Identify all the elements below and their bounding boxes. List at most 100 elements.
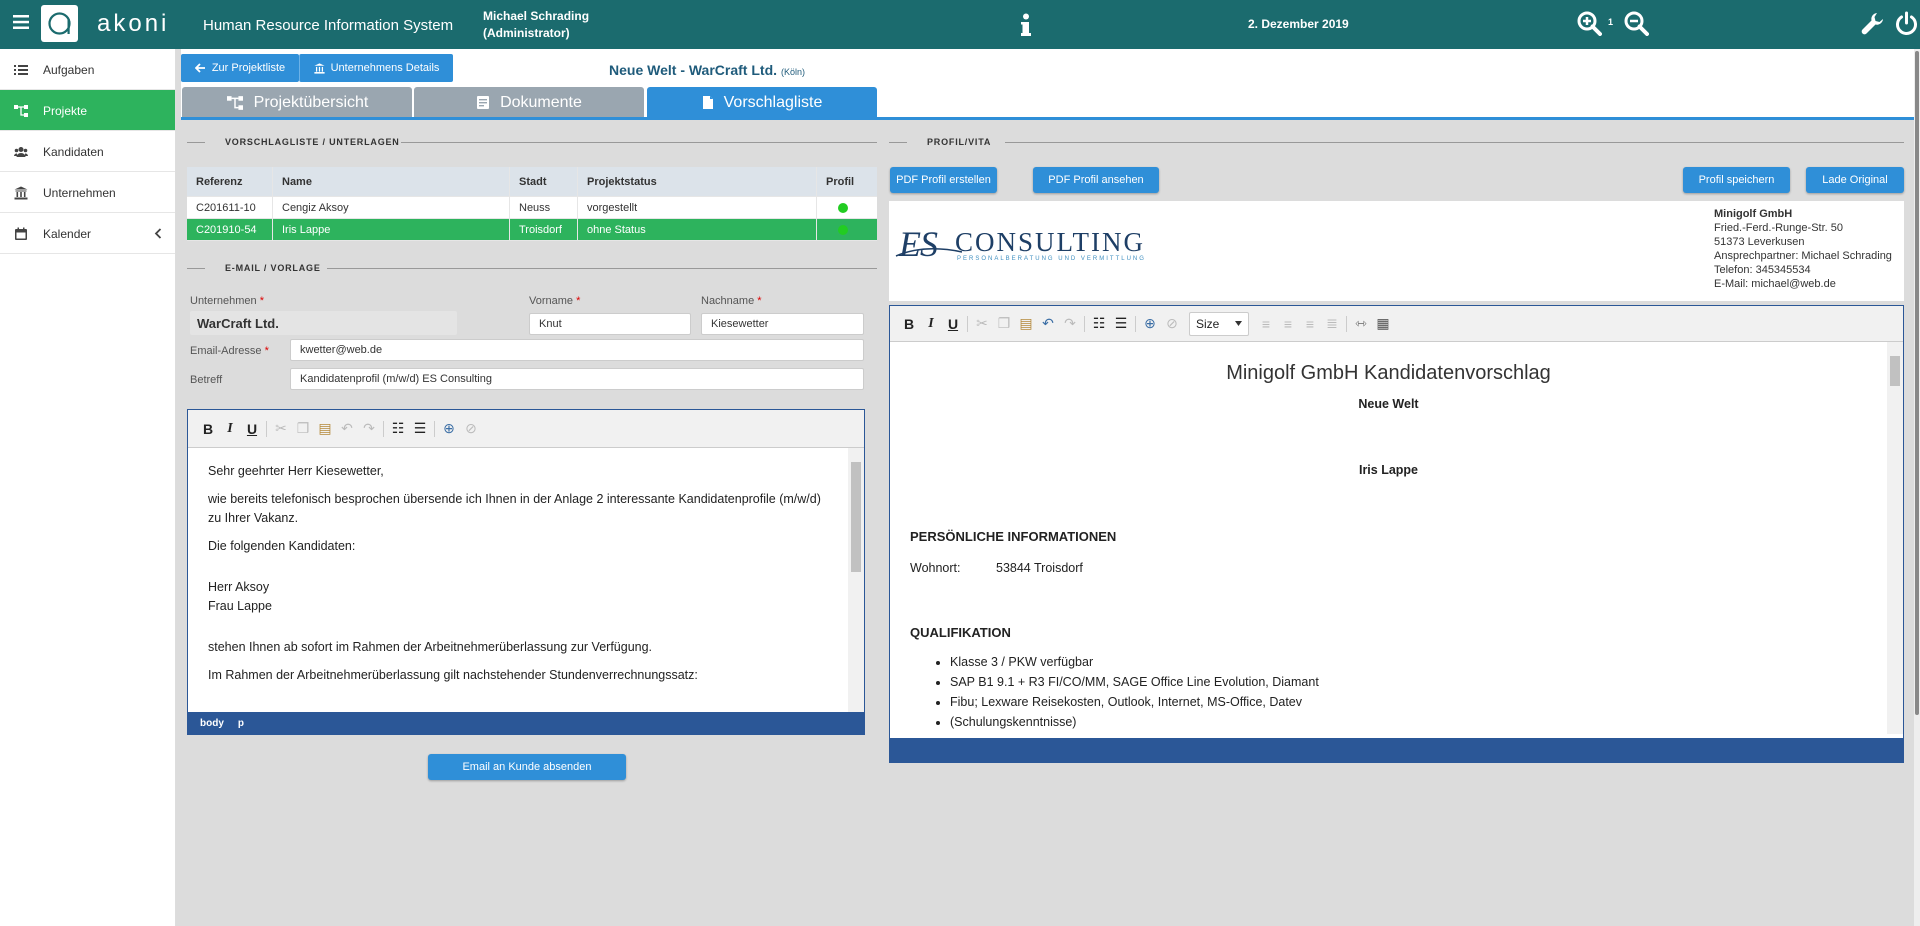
doc-wohnort: Wohnort: 53844 Troisdorf [910, 561, 1867, 575]
element-path-body[interactable]: body [200, 718, 224, 729]
required-mark: * [264, 345, 269, 357]
scrollbar-thumb[interactable] [851, 462, 861, 572]
power-icon[interactable] [1894, 11, 1919, 36]
tab-underline [181, 117, 1914, 120]
app-logo[interactable] [41, 5, 78, 42]
tab-vorschlagliste[interactable]: Vorschlagliste [647, 87, 877, 118]
underline-button[interactable]: U [942, 313, 964, 335]
company-details-button[interactable]: Unternehmens Details [299, 54, 453, 82]
column-header-referenz[interactable]: Referenz [187, 167, 273, 196]
brand-name: akoni [97, 10, 170, 37]
email-body-line: Herr Aksoy [208, 580, 270, 594]
align-center-icon[interactable]: ≡ [1277, 313, 1299, 335]
table-row[interactable]: C201611-10 Cengiz Aksoy Neuss vorgestell… [187, 197, 877, 219]
profile-editor-toolbar: B I U ✂ ❐ ▤ ↶ ↷ ☷ ☰ ⊕ ⊘ Size ≡ ≡ ≡ ≣ ⇿ ▦ [890, 306, 1903, 342]
column-header-profil[interactable]: Profil [817, 167, 877, 196]
document-icon [477, 96, 490, 109]
sidebar-item-projekte[interactable]: Projekte [0, 90, 175, 131]
subject-input[interactable]: Kandidatenprofil (m/w/d) ES Consulting [290, 368, 864, 390]
main-content: Zur Projektliste Unternehmens Details Ne… [181, 49, 1920, 926]
section-divider [327, 268, 877, 269]
email-body-paragraph: stehen Ihnen ab sofort im Rahmen der Arb… [208, 640, 653, 654]
required-mark: * [259, 295, 264, 307]
sidebar-item-unternehmen[interactable]: Unternehmen [0, 172, 175, 213]
firstname-input[interactable]: Knut [529, 313, 691, 335]
element-path-p[interactable]: p [238, 718, 244, 729]
sidebar-item-kandidaten[interactable]: Kandidaten [0, 131, 175, 172]
unlink-icon[interactable]: ⊘ [1161, 313, 1183, 335]
undo-icon[interactable]: ↶ [336, 418, 358, 440]
undo-icon[interactable]: ↶ [1037, 313, 1059, 335]
sidebar-item-label: Kandidaten [43, 145, 104, 159]
insert-link-icon[interactable]: ⊕ [1139, 313, 1161, 335]
unlink-icon[interactable]: ⊘ [460, 418, 482, 440]
sidebar-item-label: Kalender [43, 227, 92, 241]
company-label: Unternehmen * [190, 295, 264, 307]
font-size-select[interactable]: Size [1189, 311, 1249, 336]
load-original-button[interactable]: Lade Original [1806, 167, 1904, 193]
save-profile-button[interactable]: Profil speichern [1683, 167, 1790, 193]
profile-status-dot [838, 202, 848, 213]
tab-dokumente[interactable]: Dokumente [414, 87, 644, 118]
paste-icon[interactable]: ▤ [1015, 313, 1037, 335]
lastname-input[interactable]: Kiesewetter [701, 313, 864, 335]
tab-projektuebersicht[interactable]: Projektübersicht [182, 87, 412, 118]
table-header-row: Referenz Name Stadt Projektstatus Profil [187, 167, 877, 197]
page-scrollbar[interactable] [1914, 49, 1920, 926]
redo-icon[interactable]: ↷ [358, 418, 380, 440]
page-break-icon[interactable]: ⇿ [1350, 313, 1372, 335]
email-body[interactable]: Sehr geehrter Herr Kiesewetter, wie bere… [188, 448, 848, 712]
info-icon[interactable] [1020, 13, 1032, 37]
chevron-left-icon[interactable] [154, 228, 162, 239]
profile-editor-scrollbar[interactable] [1887, 342, 1903, 734]
cut-icon[interactable]: ✂ [971, 313, 993, 335]
bold-button[interactable]: B [898, 313, 920, 335]
cut-icon[interactable]: ✂ [270, 418, 292, 440]
email-editor-scrollbar[interactable] [848, 448, 864, 712]
align-justify-icon[interactable]: ≣ [1321, 313, 1343, 335]
bullet-list-icon[interactable]: ☰ [409, 418, 431, 440]
email-label-text: Email-Adresse [190, 345, 262, 357]
copy-icon[interactable]: ❐ [292, 418, 314, 440]
insert-link-icon[interactable]: ⊕ [438, 418, 460, 440]
numbered-list-icon[interactable]: ☷ [1088, 313, 1110, 335]
zoom-in-icon[interactable] [1577, 11, 1602, 36]
profile-editor: B I U ✂ ❐ ▤ ↶ ↷ ☷ ☰ ⊕ ⊘ Size ≡ ≡ ≡ ≣ ⇿ ▦… [889, 305, 1904, 763]
send-email-button[interactable]: Email an Kunde absenden [428, 754, 626, 780]
column-header-projektstatus[interactable]: Projektstatus [578, 167, 817, 196]
underline-button[interactable]: U [241, 418, 263, 440]
sidebar-item-kalender[interactable]: Kalender [0, 213, 175, 254]
view-pdf-profile-button[interactable]: PDF Profil ansehen [1033, 167, 1159, 193]
wrench-icon[interactable] [1860, 11, 1885, 36]
redo-icon[interactable]: ↷ [1059, 313, 1081, 335]
numbered-list-icon[interactable]: ☷ [387, 418, 409, 440]
section-divider [889, 142, 907, 143]
section-divider [187, 142, 205, 143]
table-row-selected[interactable]: C201910-54 Iris Lappe Troisdorf ohne Sta… [187, 219, 877, 241]
align-right-icon[interactable]: ≡ [1299, 313, 1321, 335]
doc-section-qualification: QUALIFIKATION [910, 625, 1011, 640]
address-company: Minigolf GmbH [1714, 208, 1793, 220]
doc-candidate: Iris Lappe [1358, 463, 1419, 477]
column-header-stadt[interactable]: Stadt [510, 167, 578, 196]
back-to-project-list-button[interactable]: Zur Projektliste [181, 54, 299, 82]
column-header-name[interactable]: Name [273, 167, 510, 196]
page-scrollbar-thumb[interactable] [1915, 51, 1919, 715]
align-left-icon[interactable]: ≡ [1255, 313, 1277, 335]
paste-icon[interactable]: ▤ [314, 418, 336, 440]
create-pdf-profile-button[interactable]: PDF Profil erstellen [890, 167, 997, 193]
zoom-out-icon[interactable] [1624, 11, 1649, 36]
project-name: Neue Welt - WarCraft Ltd. [609, 62, 778, 78]
profile-document[interactable]: Minigolf GmbH Kandidatenvorschlag Neue W… [890, 342, 1887, 734]
table-icon[interactable]: ▦ [1372, 313, 1394, 335]
bold-button[interactable]: B [197, 418, 219, 440]
email-input[interactable]: kwetter@web.de [290, 339, 864, 361]
bullet-list-icon[interactable]: ☰ [1110, 313, 1132, 335]
italic-button[interactable]: I [920, 313, 942, 335]
copy-icon[interactable]: ❐ [993, 313, 1015, 335]
sidebar-item-aufgaben[interactable]: Aufgaben [0, 49, 175, 90]
scrollbar-thumb[interactable] [1890, 356, 1900, 386]
back-to-project-list-label: Zur Projektliste [211, 62, 286, 74]
hamburger-menu-icon[interactable] [13, 14, 29, 30]
italic-button[interactable]: I [219, 418, 241, 440]
